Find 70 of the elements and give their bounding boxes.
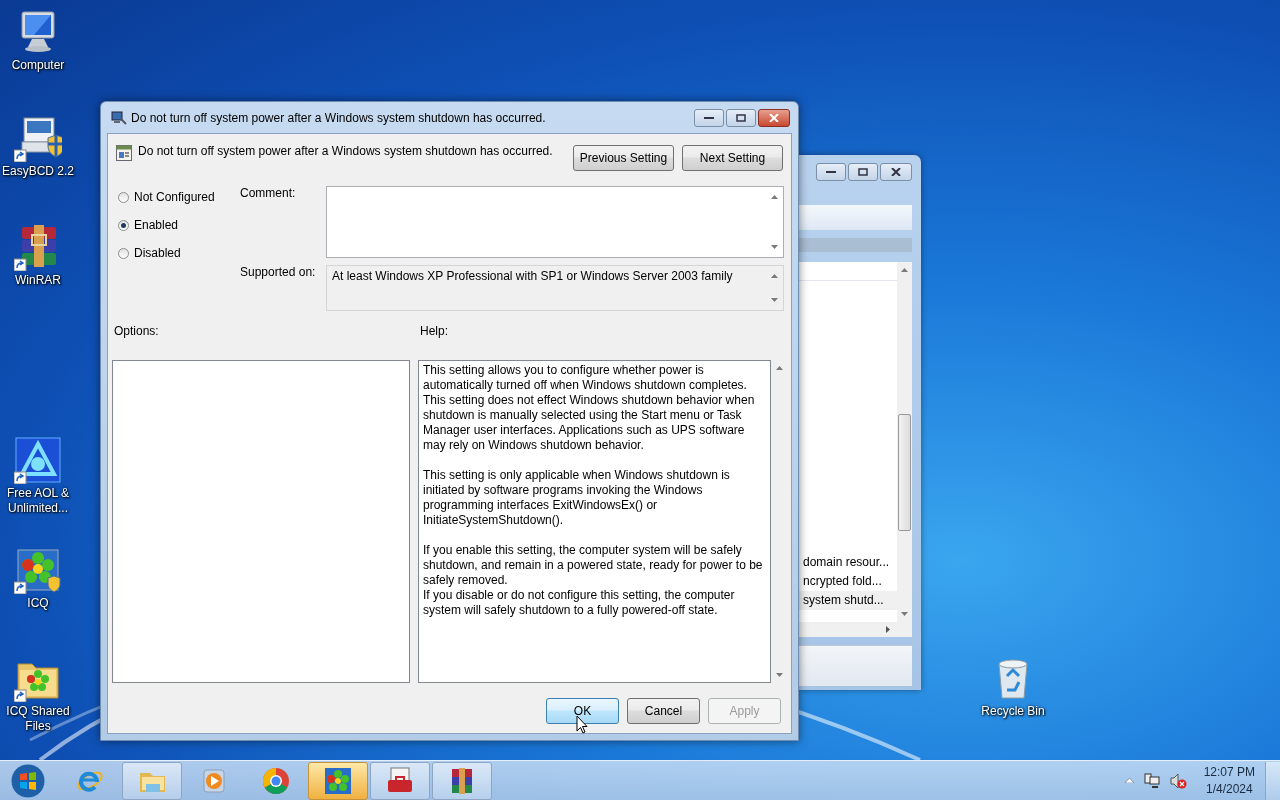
desktop-icon-label[interactable]: EasyBCD 2.2 <box>0 164 76 179</box>
minimize-icon <box>826 170 836 174</box>
radio-option[interactable]: Not Configured <box>118 186 240 208</box>
maximize-button[interactable] <box>848 163 878 181</box>
aol-desktop-icon[interactable] <box>14 436 62 484</box>
scroll-thumb[interactable] <box>898 414 911 531</box>
radio-icon[interactable] <box>118 247 129 259</box>
comment-field[interactable] <box>326 186 784 258</box>
minimize-button[interactable] <box>816 163 846 181</box>
radio-icon[interactable] <box>118 191 129 203</box>
icq-desktop-icon[interactable] <box>14 546 62 594</box>
computer-icon <box>111 109 127 126</box>
close-button[interactable] <box>758 109 790 127</box>
dialog-button[interactable]: OK <box>546 698 619 724</box>
nav-button[interactable]: Next Setting <box>682 145 783 171</box>
setting-name: Do not turn off system power after a Windows system shutdown has occurred. <box>138 144 554 158</box>
desktop-icon-label[interactable]: WinRAR <box>0 273 76 288</box>
start-button[interactable] <box>8 761 48 800</box>
minimize-button[interactable] <box>694 109 724 127</box>
maximize-icon <box>736 114 746 122</box>
desktop-icon-label[interactable]: ICQ Shared Files <box>0 704 76 734</box>
list-item[interactable]: system shutd... <box>799 591 897 610</box>
section-label: Options: <box>113 324 160 338</box>
scrollbar[interactable] <box>897 262 912 622</box>
cursor-icon <box>576 715 588 734</box>
list-item[interactable]: ncrypted fold... <box>799 572 897 591</box>
close-button[interactable] <box>880 163 912 181</box>
minimize-icon <box>704 116 714 120</box>
radio-icon[interactable] <box>118 219 129 231</box>
clock-time[interactable]: 12:07 PM <box>1203 763 1255 781</box>
window-title: Do not turn off system power after a Windows system shutdown has occurred. <box>131 110 547 125</box>
taskbar-button[interactable] <box>308 761 368 800</box>
desktop-icon-label[interactable]: Free AOL & Unlimited... <box>0 486 76 516</box>
scroll-down-icon[interactable] <box>775 673 783 677</box>
scroll-down-icon[interactable] <box>771 298 778 302</box>
field-label: Comment: <box>240 186 297 202</box>
scroll-up-icon[interactable] <box>771 195 778 199</box>
maximize-icon <box>858 168 868 176</box>
scroll-up-icon[interactable] <box>901 268 908 272</box>
policy-setting-icon <box>116 145 132 161</box>
desktop-icon-label[interactable]: ICQ <box>0 596 76 611</box>
close-icon <box>891 168 901 176</box>
scroll-down-icon[interactable] <box>771 245 778 249</box>
help-text: This setting allows you to configure whether power is automatically turned off when Windows shutdown completes. This setting does not effect Windows shutdown behavior when shutdown is manually selected using the Start menu or Task Manager user interfaces. Applications such as UPS software may rely on Windows shutdown behavior. This setting is only applicable when Windows shutdown is initiated by software programs invoking the Windows programming interfaces ExitWindowsEx() or InitiateSystemShutdown(). If you enable this setting, the computer system will be safely shutdown, and remain in a powered state, ready for power to be safely removed. If you disable or do not configure this setting, the computer system will safely shutdown to a fully powered-off state. <box>423 363 764 618</box>
show-hidden-icons-icon[interactable] <box>1124 778 1134 783</box>
icq-app-icon <box>323 765 353 796</box>
maximize-button[interactable] <box>726 109 756 127</box>
scroll-up-icon[interactable] <box>771 274 778 278</box>
supported-on-field: At least Windows XP Professional with SP1 or Windows Server 2003 family <box>326 265 784 311</box>
field-label: Supported on: <box>240 265 317 281</box>
taskbar-button[interactable] <box>432 761 492 800</box>
easybcd-desktop-icon[interactable] <box>14 114 62 162</box>
taskbar-button[interactable] <box>370 761 430 800</box>
desktop-icon-label[interactable]: Recycle Bin <box>975 704 1051 719</box>
radio-option[interactable]: Disabled <box>118 242 240 264</box>
horizontal-scrollbar[interactable] <box>799 622 912 637</box>
volume-muted-icon[interactable] <box>1169 772 1188 789</box>
radio-option[interactable]: Enabled <box>118 214 240 236</box>
clock-date[interactable]: 1/4/2024 <box>1205 780 1253 798</box>
list-item[interactable]: domain resour... <box>799 553 897 572</box>
scroll-right-icon[interactable] <box>886 626 890 633</box>
close-icon <box>769 114 779 122</box>
scroll-down-icon[interactable] <box>901 612 908 616</box>
dialog-button[interactable]: Cancel <box>627 698 700 724</box>
network-icon[interactable] <box>1143 772 1160 789</box>
desktop-icon-label[interactable]: Computer <box>0 58 76 73</box>
section-label: Help: <box>419 324 449 338</box>
nav-button[interactable]: Previous Setting <box>573 145 674 171</box>
chrome-app-icon <box>261 765 291 796</box>
scroll-up-icon[interactable] <box>775 366 783 370</box>
